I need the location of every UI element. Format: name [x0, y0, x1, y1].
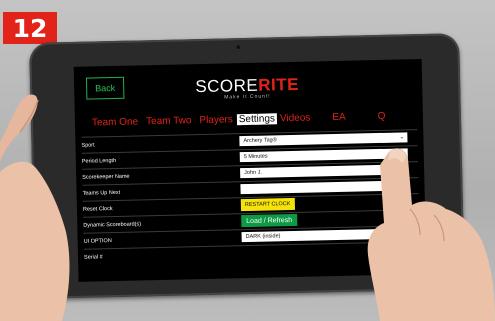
dynamic-scoreboard-label: Dynamic Scoreboard(s) — [83, 220, 142, 229]
sport-label: Sport — [81, 141, 95, 149]
logo-rite-text: RITE — [258, 74, 300, 95]
tab-settings[interactable]: Settings — [236, 112, 278, 125]
ui-option-label: UI OPTION — [83, 237, 112, 245]
reset-clock-label: Reset Clock — [82, 205, 113, 213]
right-hand-image — [367, 148, 495, 321]
period-length-value: 5 Minutes — [243, 153, 268, 161]
camera-icon — [235, 44, 242, 51]
scorekeeper-value: John J. — [244, 169, 262, 177]
load-refresh-button[interactable]: Load / Refresh — [241, 213, 298, 228]
tab-videos[interactable]: Videos — [280, 112, 311, 124]
left-hand-image — [0, 94, 70, 321]
step-number-badge: 12 — [3, 12, 57, 44]
tab-q[interactable]: Q — [378, 110, 386, 121]
sport-value: Archery Tag® — [243, 137, 277, 145]
tab-players[interactable]: Players — [199, 114, 233, 126]
scorerite-logo: SCORERITE Make It Count! — [192, 74, 303, 104]
tab-ea[interactable]: EA — [332, 111, 346, 122]
tab-team-one[interactable]: Team One — [92, 116, 138, 128]
tab-team-two[interactable]: Team Two — [146, 115, 192, 127]
back-button[interactable]: Back — [85, 76, 125, 100]
chevron-down-icon: ⌄ — [399, 134, 405, 141]
period-length-label: Period Length — [81, 157, 117, 165]
serial-label: Serial # — [83, 253, 103, 261]
tab-bar: Team One Team Two Players Settings Video… — [83, 107, 419, 131]
restart-clock-button[interactable]: RESTART CLOCK — [240, 197, 295, 212]
scorekeeper-label: Scorekeeper Name — [82, 173, 130, 181]
ui-option-value: DARK (inside) — [245, 233, 281, 241]
teams-up-next-label: Teams Up Next — [82, 189, 121, 197]
